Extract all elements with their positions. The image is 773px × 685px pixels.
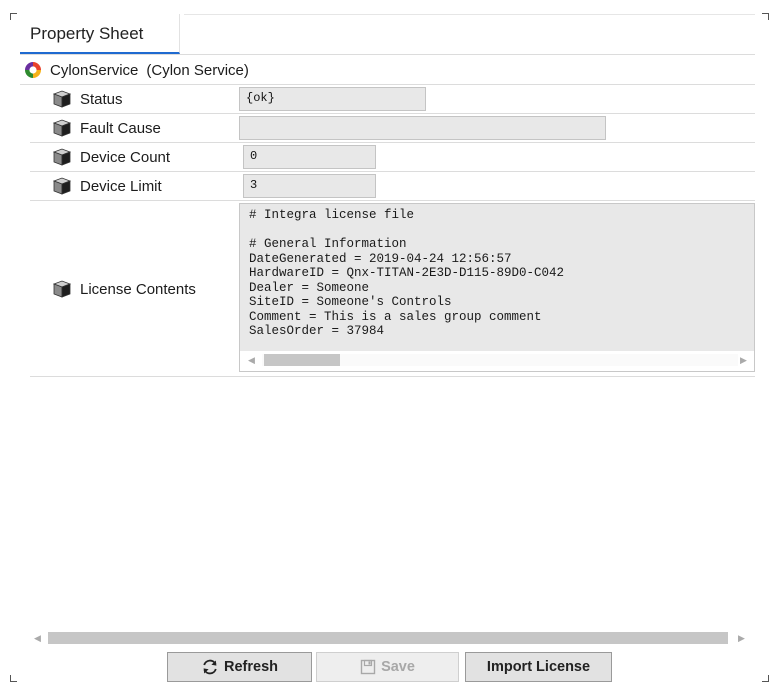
status-field: {ok} <box>239 87 426 111</box>
button-bar: Refresh Save Import License <box>20 650 755 684</box>
property-label: Fault Cause <box>80 119 161 137</box>
property-label: Status <box>80 90 123 108</box>
property-label: License Contents <box>80 280 196 298</box>
component-cube-icon <box>52 148 72 166</box>
property-name-status: Status <box>52 85 232 113</box>
frame-corner-tr <box>762 13 769 20</box>
save-button[interactable]: Save <box>316 652 459 682</box>
property-name-device-count: Device Count <box>52 143 232 171</box>
property-name-fault-cause: Fault Cause <box>52 114 232 142</box>
root-component-row[interactable]: CylonService (Cylon Service) <box>20 56 755 85</box>
tab-property-sheet[interactable]: Property Sheet <box>20 14 180 54</box>
scrollbar-thumb[interactable] <box>48 632 728 644</box>
save-disk-icon <box>360 659 376 675</box>
license-contents-text: # Integra license file # General Informa… <box>249 208 565 338</box>
license-contents-textarea[interactable]: # Integra license file # General Informa… <box>239 203 755 372</box>
sheet-horizontal-scrollbar[interactable]: ◀ ▶ <box>20 629 755 649</box>
component-cube-icon <box>52 177 72 195</box>
scroll-right-arrow-icon[interactable]: ▶ <box>740 353 747 367</box>
property-name-license-contents: License Contents <box>52 275 232 303</box>
scroll-left-arrow-icon[interactable]: ◀ <box>34 631 41 645</box>
component-cube-icon <box>52 280 72 298</box>
root-type: (Cylon Service) <box>146 61 249 79</box>
fault-cause-field <box>239 116 606 140</box>
component-cube-icon <box>52 119 72 137</box>
device-limit-field: 3 <box>243 174 376 198</box>
scroll-right-arrow-icon[interactable]: ▶ <box>738 631 745 645</box>
property-label: Device Limit <box>80 177 162 195</box>
property-label: Device Count <box>80 148 171 166</box>
root-label: CylonService (Cylon Service) <box>50 62 249 79</box>
tab-bar-filler <box>184 14 755 55</box>
device-count-field: 0 <box>243 145 376 169</box>
import-license-button[interactable]: Import License <box>465 652 612 682</box>
root-name: CylonService <box>50 61 139 79</box>
refresh-button[interactable]: Refresh <box>167 652 312 682</box>
license-horizontal-scrollbar[interactable]: ◀ ▶ <box>240 351 754 371</box>
scroll-left-arrow-icon[interactable]: ◀ <box>248 353 255 367</box>
component-cube-icon <box>52 90 72 108</box>
save-label: Save <box>381 659 415 675</box>
property-name-device-limit: Device Limit <box>52 172 232 200</box>
property-row-device-limit: Device Limit 3 <box>30 172 755 201</box>
frame-corner-br <box>762 675 769 682</box>
refresh-label: Refresh <box>224 659 278 675</box>
property-row-device-count: Device Count 0 <box>30 143 755 172</box>
property-row-fault-cause: Fault Cause <box>30 114 755 143</box>
refresh-icon <box>203 659 217 675</box>
property-row-license-contents: License Contents # Integra license file … <box>30 201 755 377</box>
tab-bar: Property Sheet <box>20 14 755 55</box>
property-row-status: Status {ok} <box>30 85 755 114</box>
frame-corner-tl <box>10 13 17 20</box>
import-license-label: Import License <box>486 659 591 675</box>
cylon-service-icon <box>25 62 41 78</box>
scrollbar-thumb[interactable] <box>264 354 340 366</box>
frame-corner-bl <box>10 675 17 682</box>
